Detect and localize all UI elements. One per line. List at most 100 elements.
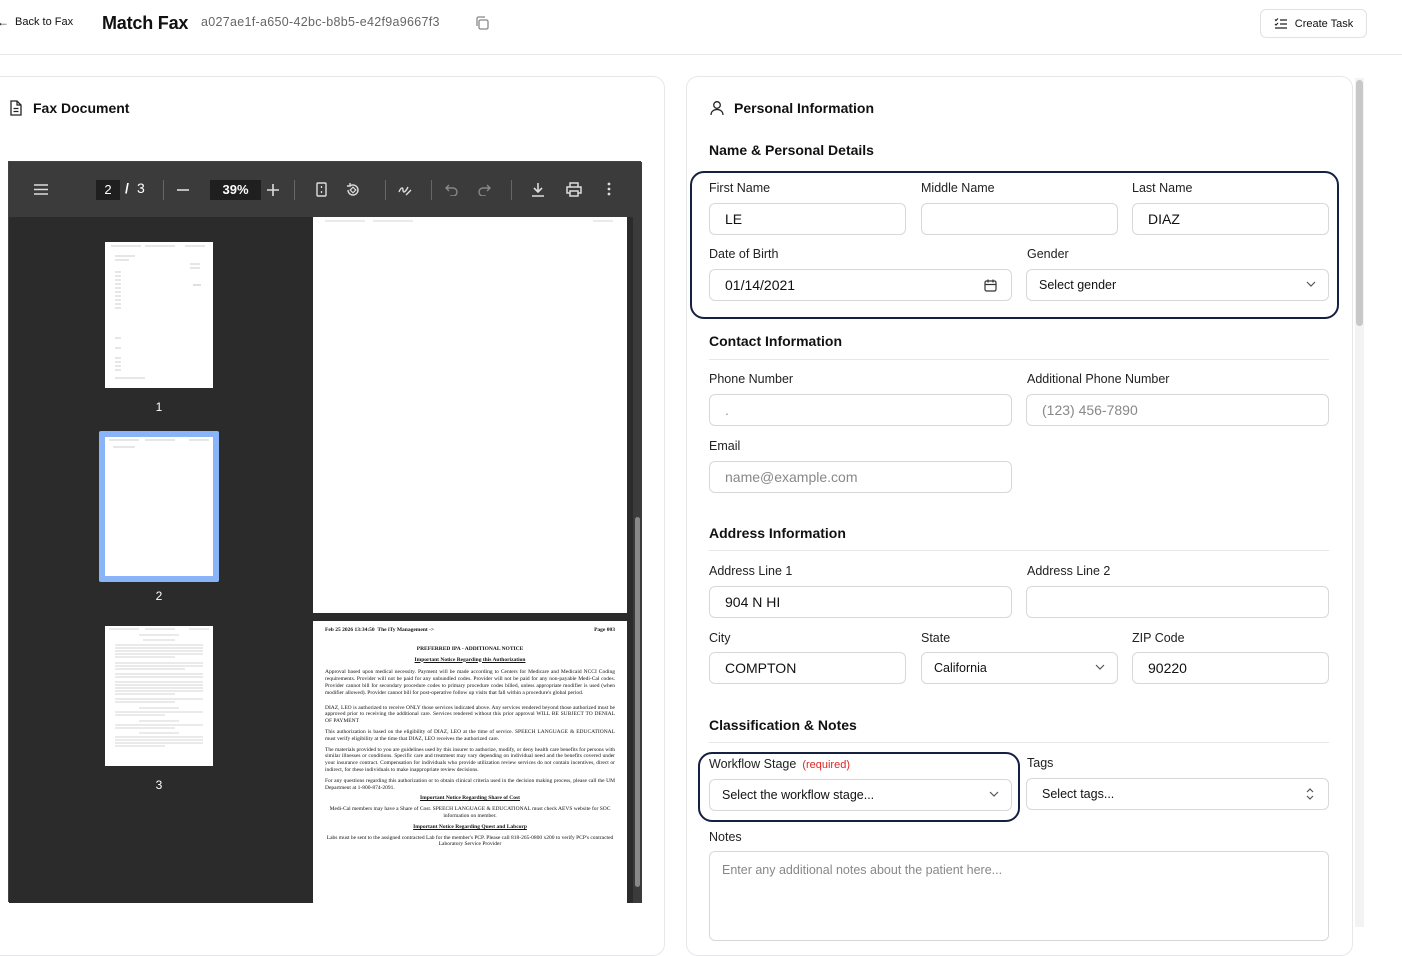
page-separator: / (125, 180, 129, 196)
doc-subheading: Important Notice Regarding this Authoriz… (414, 656, 526, 663)
more-vertical-icon[interactable] (607, 182, 611, 196)
pdf-viewer: 2 / 3 39% 1 2 3 Feb 25 2026 13:34:50 The… (8, 161, 642, 903)
last-name-input[interactable] (1132, 203, 1329, 235)
state-label: State (921, 631, 951, 645)
toolbar-divider (431, 180, 432, 200)
notes-textarea[interactable]: Enter any additional notes about the pat… (709, 851, 1329, 941)
calendar-icon[interactable] (984, 279, 997, 292)
page-thumbnail-3[interactable] (105, 626, 213, 766)
toolbar-divider (511, 180, 512, 200)
state-value: California (934, 661, 987, 675)
doc-paragraph: Medi-Cal members may have a Share of Cos… (329, 806, 611, 819)
state-select[interactable]: California (921, 652, 1118, 684)
create-task-button[interactable]: Create Task (1260, 9, 1367, 38)
email-input[interactable]: name@example.com (709, 461, 1012, 493)
page-3-fax-header: Feb 25 2026 13:34:50 The iTy Management … (325, 621, 615, 634)
doc-paragraph: For any questions regarding this authori… (325, 777, 615, 791)
back-to-fax-link[interactable]: ← Back to Fax (0, 15, 73, 29)
current-page-input[interactable]: 2 (96, 180, 120, 200)
task-list-icon (1274, 18, 1287, 29)
zoom-out-icon[interactable] (177, 189, 189, 191)
chevron-down-icon (1306, 281, 1316, 287)
create-task-label: Create Task (1294, 17, 1354, 30)
page-title: Match Fax (102, 13, 189, 33)
thumbnail-text-lines (109, 628, 209, 747)
pdf-page-2 (313, 217, 627, 613)
gender-value: Select gender (1039, 278, 1117, 292)
address2-label: Address Line 2 (1027, 564, 1111, 578)
address-section-heading: Address Information (709, 525, 846, 541)
divider (709, 359, 1329, 360)
gender-select[interactable]: Select gender (1026, 269, 1329, 301)
fax-document-heading: Fax Document (9, 100, 129, 116)
first-name-label: First Name (709, 181, 771, 195)
thumbnail-label-2: 2 (155, 589, 163, 603)
rotate-icon[interactable] (345, 182, 361, 198)
doc-paragraph: Labs must be sent to the assigned contra… (326, 834, 614, 848)
pdf-scrollbar-thumb[interactable] (635, 517, 640, 887)
chevron-down-icon (989, 791, 999, 797)
tags-select[interactable]: Select tags... (1026, 778, 1329, 810)
pdf-scrollbar[interactable] (633, 217, 642, 903)
address1-label: Address Line 1 (709, 564, 793, 578)
workflow-stage-select[interactable]: Select the workflow stage... (709, 779, 1012, 811)
redo-icon[interactable] (477, 184, 491, 196)
middle-name-input[interactable] (921, 203, 1118, 235)
menu-icon[interactable] (34, 184, 48, 195)
form-scrollbar-thumb[interactable] (1356, 80, 1363, 326)
arrow-left-icon: ← (0, 15, 9, 29)
zip-input[interactable] (1132, 652, 1329, 684)
address2-input[interactable] (1026, 586, 1329, 618)
phone-input[interactable] (709, 394, 1012, 426)
city-input[interactable] (709, 652, 906, 684)
notes-label: Notes (709, 830, 742, 844)
city-label: City (709, 631, 731, 645)
zoom-in-icon[interactable] (267, 184, 279, 196)
doc-paragraph: The materials provided to you are guidel… (325, 746, 615, 773)
draw-icon[interactable] (397, 182, 412, 197)
doc-subheading: Important Notice Regarding Quest and Lab… (413, 823, 527, 830)
phone-label: Phone Number (709, 372, 794, 386)
print-icon[interactable] (566, 182, 582, 197)
gender-label: Gender (1027, 247, 1069, 261)
divider (709, 550, 1329, 551)
thumbnail-text-lines (109, 439, 209, 448)
copy-icon[interactable] (474, 15, 490, 31)
fax-document-title: Fax Document (33, 100, 130, 116)
fax-header-page: Page 003 (594, 627, 615, 633)
pdf-toolbar: 2 / 3 39% (9, 162, 642, 217)
undo-icon[interactable] (445, 184, 459, 196)
pdf-page-3: Feb 25 2026 13:34:50 The iTy Management … (313, 621, 627, 903)
pdf-page-area: Feb 25 2026 13:34:50 The iTy Management … (311, 217, 642, 903)
workflow-stage-value: Select the workflow stage... (722, 788, 875, 802)
fax-header-sender: The iTy Management -> (377, 627, 435, 633)
chevrons-up-down-icon (1306, 788, 1314, 800)
thumbnail-sidebar: 1 2 3 (9, 217, 311, 903)
page-thumbnail-2-selected[interactable] (99, 431, 219, 582)
zoom-level[interactable]: 39% (210, 180, 261, 200)
page-thumbnail-1[interactable] (105, 242, 213, 388)
contact-section-heading: Contact Information (709, 333, 842, 349)
top-bar: ← Back to Fax Match Fax a027ae1f-a650-42… (0, 0, 1402, 55)
back-label: Back to Fax (15, 16, 74, 28)
fit-page-icon[interactable] (316, 182, 327, 197)
toolbar-divider (294, 180, 295, 200)
alt-phone-input[interactable]: (123) 456-7890 (1026, 394, 1329, 426)
address1-input[interactable] (709, 586, 1012, 618)
toolbar-divider (385, 180, 386, 200)
dob-input[interactable]: 01/14/2021 (709, 269, 1012, 301)
last-name-label: Last Name (1132, 181, 1193, 195)
personal-information-heading: Personal Information (710, 100, 874, 116)
thumbnail-label-3: 3 (155, 778, 163, 792)
workflow-stage-label-text: Workflow Stage (709, 757, 797, 771)
dob-value: 01/14/2021 (725, 277, 796, 293)
doc-paragraph: This authorization is based on the eligi… (325, 728, 615, 742)
personal-information-title: Personal Information (734, 100, 875, 116)
form-scrollbar[interactable] (1355, 78, 1364, 927)
download-icon[interactable] (531, 182, 545, 197)
document-icon (10, 100, 22, 116)
thumbnail-text-lines (111, 245, 205, 379)
first-name-input[interactable] (709, 203, 906, 235)
zip-label: ZIP Code (1132, 631, 1185, 645)
workflow-stage-label: Workflow Stage (required) (709, 757, 850, 771)
